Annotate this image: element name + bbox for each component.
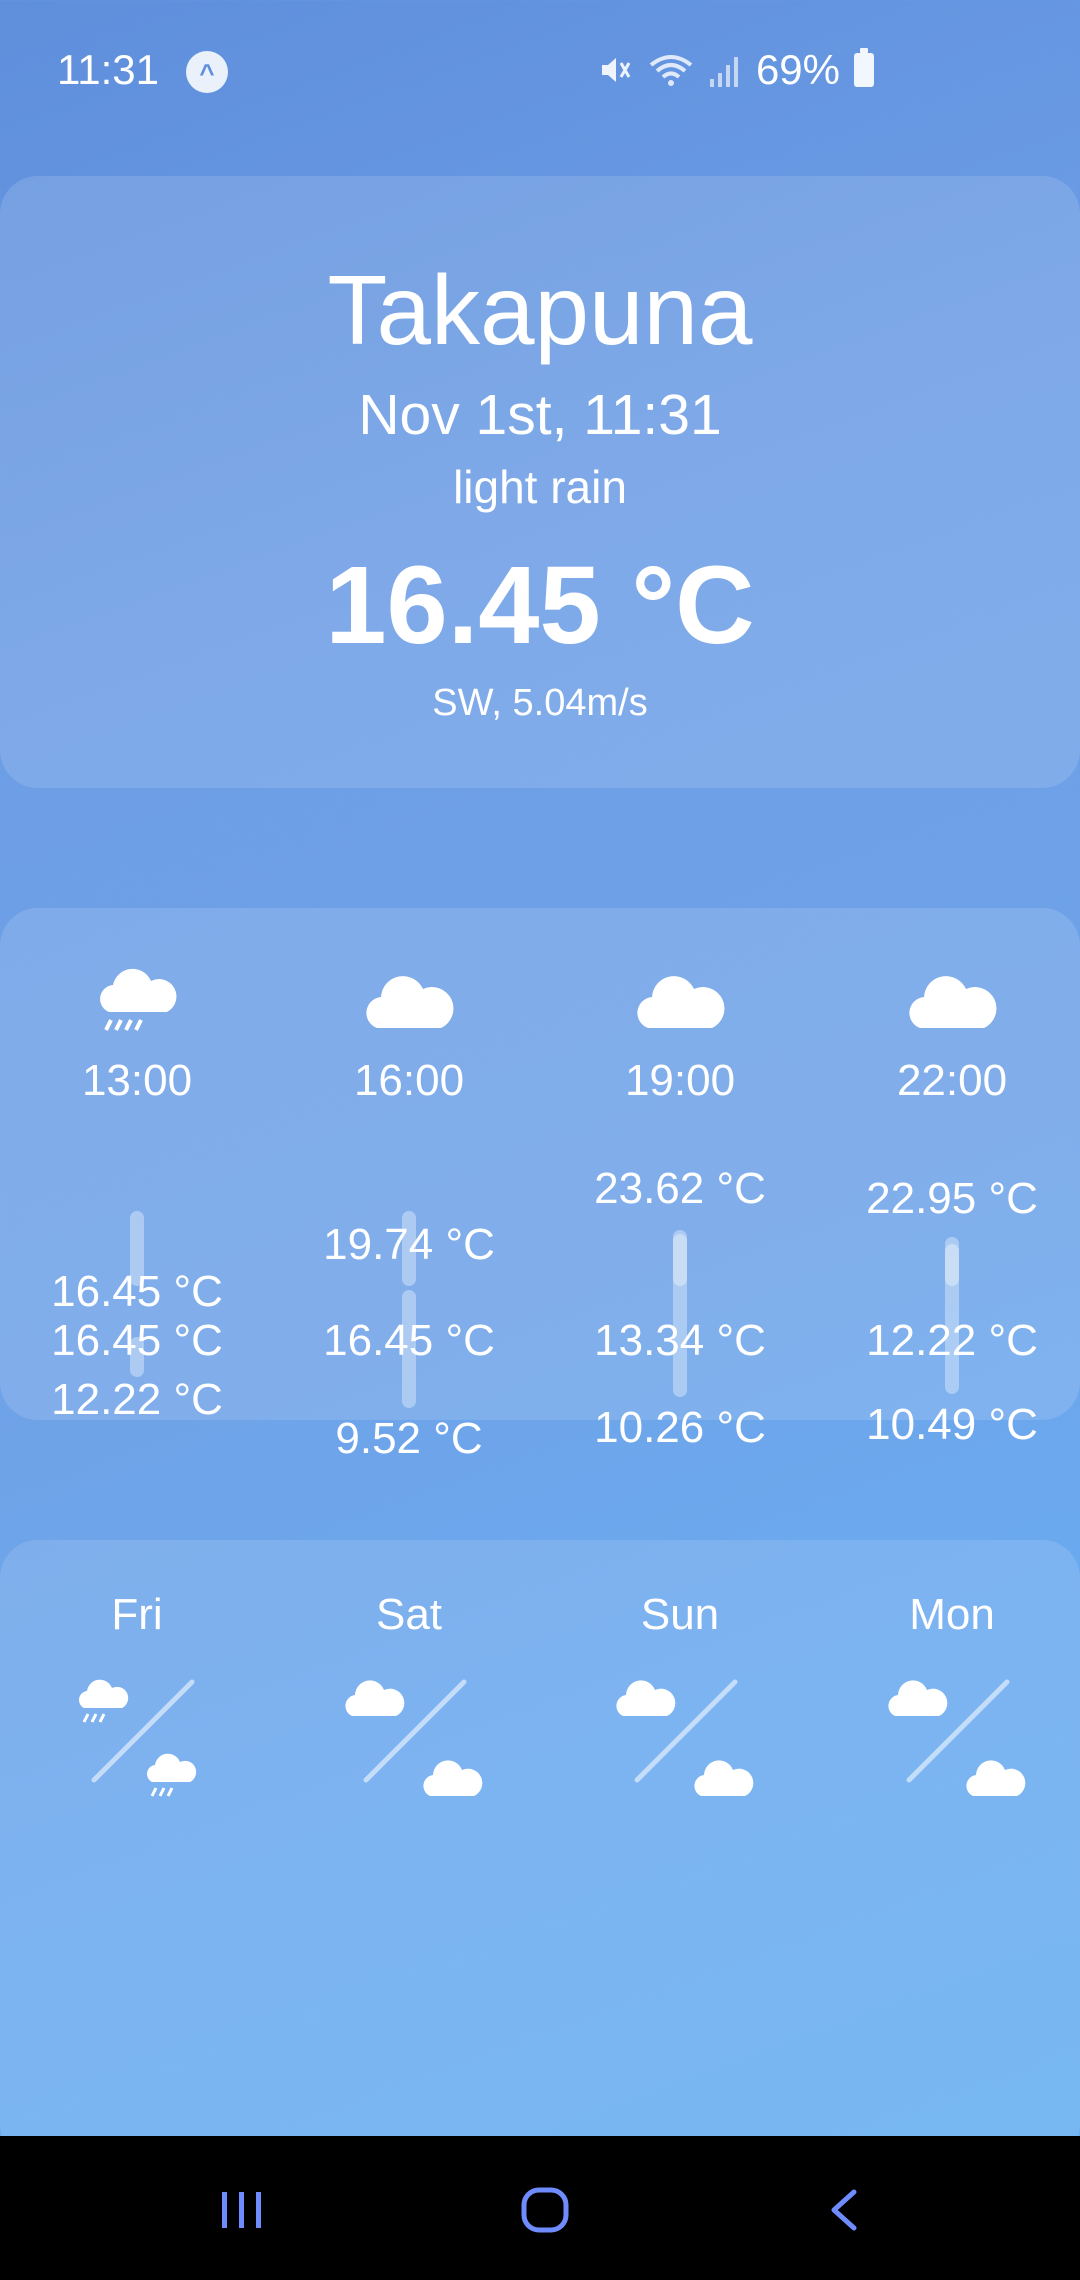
daily-item: Sat 19.74 °C 9.52 °C (274, 1220, 544, 2162)
wifi-icon (649, 55, 693, 86)
daily-low-temp: 12.22 °C (51, 1375, 223, 1425)
hourly-time: 16:00 (353, 1056, 465, 1105)
current-weather-card: Takapuna Nov 1st, 11:31 light rain 16.45… (0, 176, 1080, 788)
cloud-icon (694, 1760, 754, 1796)
daily-low-temp: 10.49 °C (866, 1400, 1038, 1449)
daily-item: Mon 22.95 °C 10.49 °C (817, 1174, 1080, 2162)
day-name: Mon (909, 1590, 995, 1639)
status-bar: 11:31 ^ 69% (0, 0, 1080, 140)
app-notification-icon: ^ (186, 51, 228, 93)
day-night-weather-icon (79, 1679, 197, 1797)
daily-temp-bar (402, 1289, 416, 1408)
daily-forecast-card: Fri 16.45 °C 12.22 °C Sat 19.74 °C 9.52 … (0, 1164, 1080, 2162)
rain-cloud-icon (79, 1679, 129, 1723)
status-time: 11:31 (57, 46, 159, 93)
daily-low-temp: 10.26 °C (594, 1403, 766, 1453)
hourly-forecast-card: 13:00 16.45 °C 16:00 16.45 °C 19:00 13.3… (0, 908, 1080, 1420)
hourly-time: 22:00 (896, 1056, 1008, 1105)
status-icons: 69% (596, 46, 874, 94)
rain-cloud-icon (147, 1753, 197, 1797)
rain-cloud-icon (100, 968, 177, 1031)
day-name: Sat (375, 1590, 443, 1639)
navigation-bar (0, 2136, 1080, 2280)
recents-icon[interactable] (218, 2188, 266, 2232)
daily-high-temp: 19.74 °C (323, 1219, 495, 1269)
day-name: Fri (111, 1590, 163, 1639)
day-night-weather-icon (345, 1679, 483, 1796)
cloud-icon (888, 1680, 948, 1716)
cloud-icon (966, 1760, 1026, 1796)
cloud-icon (637, 976, 725, 1028)
daily-high-temp: 22.95 °C (866, 1173, 1038, 1223)
daily-item: Sun 23.62 °C 10.26 °C (545, 1164, 815, 2162)
daily-high-temp: 16.45 °C (51, 1266, 223, 1316)
current-datetime: Nov 1st, 11:31 (358, 383, 722, 447)
battery-percent: 69% (755, 46, 840, 93)
daily-high-temp: 23.62 °C (594, 1164, 766, 1214)
battery-icon (854, 48, 874, 87)
day-name: Sun (640, 1590, 720, 1639)
daily-temp-bar (945, 1243, 959, 1394)
cloud-icon (423, 1760, 483, 1796)
cloud-icon (366, 976, 454, 1028)
wind-info: SW, 5.04m/s (432, 682, 648, 724)
cloud-icon (345, 1680, 405, 1716)
cloud-icon (616, 1680, 676, 1716)
signal-icon (709, 57, 738, 87)
hourly-time: 19:00 (624, 1056, 736, 1105)
weather-description: light rain (453, 461, 627, 513)
cloud-icon (909, 976, 997, 1028)
home-icon[interactable] (520, 2186, 570, 2234)
daily-item: Fri 16.45 °C 12.22 °C (2, 1267, 272, 2162)
daily-low-temp: 9.52 °C (335, 1413, 483, 1463)
hourly-time: 13:00 (81, 1056, 193, 1105)
day-night-weather-icon (616, 1679, 754, 1796)
back-icon[interactable] (824, 2188, 864, 2232)
daily-temp-bar (130, 1336, 144, 1377)
daily-temp-bar (673, 1234, 687, 1398)
current-temperature: 16.45 °C (325, 544, 755, 667)
mute-icon (601, 58, 631, 82)
city-name: Takapuna (327, 255, 753, 365)
day-night-weather-icon (888, 1679, 1026, 1796)
